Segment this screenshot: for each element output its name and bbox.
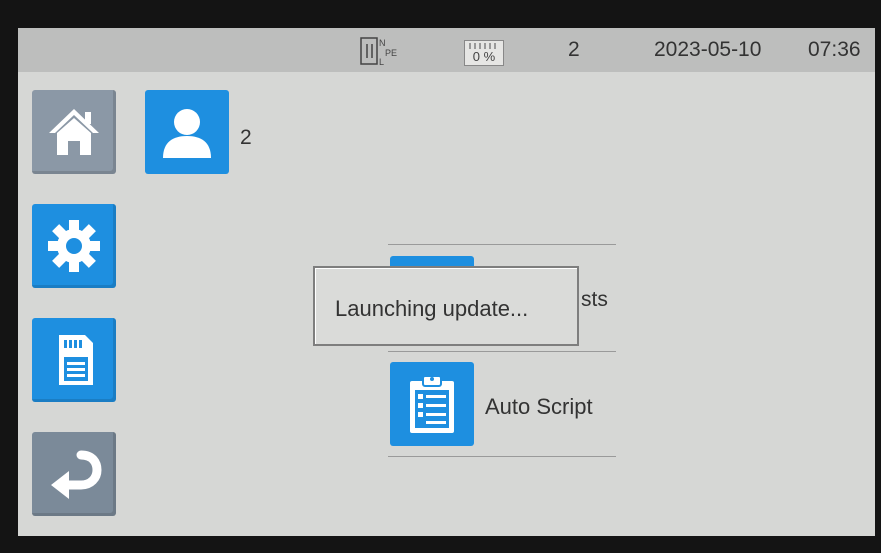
battery-level: 0 % bbox=[472, 49, 496, 64]
clipboard-checklist-icon bbox=[410, 375, 454, 433]
menu-divider bbox=[388, 456, 616, 457]
status-time: 07:36 bbox=[808, 38, 861, 61]
gear-icon bbox=[48, 220, 100, 272]
menu-divider bbox=[388, 244, 616, 245]
back-arrow-icon bbox=[51, 450, 102, 499]
user-button[interactable] bbox=[145, 90, 229, 174]
home-icon bbox=[49, 109, 99, 155]
menu-item-hidden-label[interactable]: sts bbox=[581, 288, 608, 312]
battery-icon: 0 % bbox=[464, 40, 504, 66]
back-button[interactable] bbox=[32, 432, 116, 516]
user-count: 2 bbox=[240, 126, 252, 149]
user-icon bbox=[163, 109, 211, 158]
sd-card-icon bbox=[59, 335, 93, 385]
menu-divider bbox=[388, 351, 616, 352]
update-dialog: Launching update... bbox=[313, 266, 579, 346]
auto-script-label[interactable]: Auto Script bbox=[485, 394, 593, 420]
sd-card-button[interactable] bbox=[32, 318, 116, 402]
auto-script-button[interactable] bbox=[390, 362, 474, 446]
plug-n-label: N bbox=[379, 38, 386, 48]
status-bar: N PE L 0 % 2 2023-05-10 07:36 bbox=[18, 28, 875, 72]
status-date: 2023-05-10 bbox=[654, 38, 762, 61]
device-screen: N PE L 0 % 2 2023-05-10 07:36 2 sts Auto… bbox=[18, 28, 875, 536]
home-button[interactable] bbox=[32, 90, 116, 174]
plug-l-label: L bbox=[379, 57, 384, 67]
settings-button[interactable] bbox=[32, 204, 116, 288]
status-user-count: 2 bbox=[568, 38, 580, 61]
power-plug-icon: N PE L bbox=[360, 35, 408, 67]
dialog-message: Launching update... bbox=[335, 296, 529, 321]
plug-pe-label: PE bbox=[385, 48, 397, 58]
